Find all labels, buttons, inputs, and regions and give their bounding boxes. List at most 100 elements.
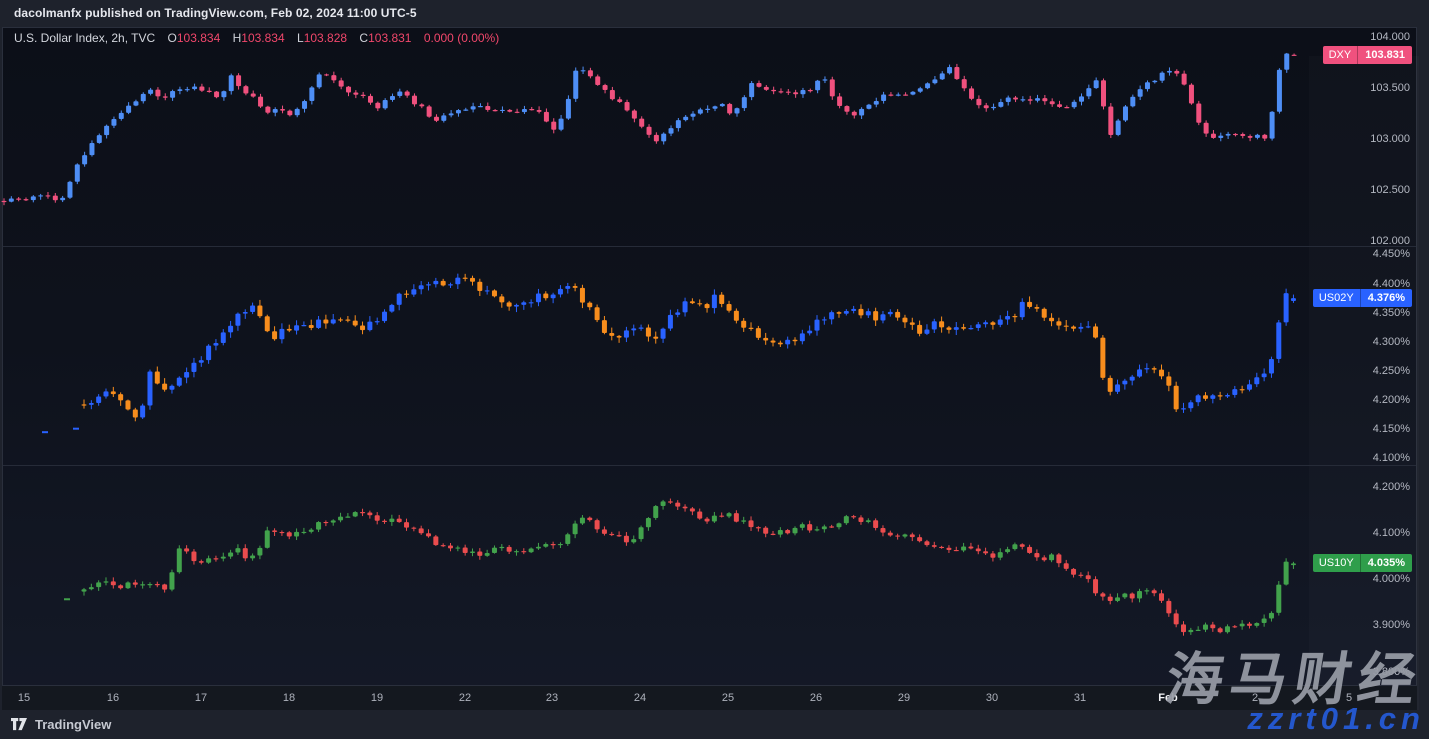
candle-body — [543, 544, 548, 547]
candle-body — [580, 518, 585, 524]
candle-body — [412, 96, 417, 105]
candle-body — [632, 111, 637, 119]
candle-body — [756, 83, 761, 87]
candle-body — [939, 321, 944, 327]
candle-body — [1042, 98, 1047, 101]
candle-body — [771, 534, 776, 535]
candle-body — [669, 128, 674, 134]
candle-wick — [898, 92, 899, 96]
candle-body — [1174, 613, 1179, 624]
candle-body — [1262, 374, 1267, 378]
candle-body — [477, 282, 482, 291]
candle-body — [478, 106, 483, 107]
candle-body — [1152, 81, 1157, 82]
candle-body — [243, 548, 248, 558]
candle-body — [1137, 369, 1142, 376]
candle-body — [873, 311, 878, 320]
candle-body — [631, 328, 636, 330]
candle-body — [749, 328, 754, 329]
candle-body — [1005, 549, 1010, 552]
candle-body — [103, 581, 108, 582]
candle-body — [251, 94, 256, 97]
candle-body — [339, 80, 344, 86]
candle-body — [353, 512, 358, 516]
candle-body — [1064, 326, 1069, 327]
candle-body — [1204, 123, 1209, 134]
candle-body — [602, 320, 607, 333]
candle-body — [1276, 322, 1281, 359]
candle-body — [639, 527, 644, 539]
candle-body — [1034, 553, 1039, 557]
candle-wick — [502, 106, 503, 113]
candle-body — [1093, 326, 1098, 337]
candle-body — [302, 101, 307, 109]
candle-body — [133, 409, 138, 417]
candle-body — [602, 529, 607, 533]
candle-body — [1049, 554, 1054, 560]
candle-body — [1020, 544, 1025, 547]
candle-body — [690, 301, 695, 303]
candle-wick — [105, 577, 106, 585]
holiday-dash — [64, 598, 70, 600]
candle-body — [836, 523, 841, 527]
candle-body — [1276, 585, 1281, 613]
candle-wick — [428, 282, 429, 291]
candle-body — [573, 71, 578, 99]
candlestick-chart[interactable] — [0, 0, 1429, 739]
candle-body — [1137, 591, 1142, 598]
candle-body — [946, 548, 951, 550]
candle-body — [397, 519, 402, 523]
candle-body — [720, 104, 725, 106]
candle-body — [852, 112, 857, 116]
candle-body — [1240, 389, 1245, 390]
candle-body — [962, 79, 967, 88]
candle-body — [397, 294, 402, 305]
candle-body — [676, 120, 681, 128]
close-label: C — [359, 31, 368, 45]
candle-body — [338, 517, 343, 521]
candle-body — [735, 108, 740, 113]
candle-body — [1027, 547, 1032, 553]
candle-body — [1211, 134, 1216, 138]
candle-body — [206, 346, 211, 361]
candle-body — [924, 329, 929, 333]
candle-wick — [795, 337, 796, 345]
candle-body — [53, 196, 58, 201]
candle-body — [902, 534, 907, 536]
candle-body — [184, 548, 189, 551]
candle-body — [191, 551, 196, 561]
candle-body — [1218, 395, 1223, 396]
candle-body — [690, 508, 695, 511]
candle-body — [800, 333, 805, 341]
candle-body — [433, 536, 438, 545]
candle-body — [647, 127, 652, 135]
candle-body — [1210, 395, 1215, 399]
candle-body — [389, 519, 394, 522]
candle-body — [880, 528, 885, 533]
candle-body — [162, 584, 167, 589]
candle-body — [1225, 395, 1230, 397]
candle-body — [67, 182, 72, 198]
candle-body — [221, 332, 226, 343]
candle-body — [873, 520, 878, 528]
candle-wick — [311, 320, 312, 331]
candle-body — [808, 90, 813, 91]
candle-body — [617, 99, 622, 102]
candle-body — [331, 520, 336, 522]
candle-wick — [758, 526, 759, 531]
candle-body — [1005, 316, 1010, 320]
candle-body — [353, 93, 358, 95]
candle-body — [954, 550, 959, 551]
candle-body — [214, 92, 219, 98]
candle-body — [910, 92, 915, 95]
candle-body — [1159, 370, 1164, 377]
candle-body — [844, 106, 849, 112]
candle-body — [426, 284, 431, 285]
candle-body — [749, 83, 754, 97]
candle-body — [1100, 338, 1105, 378]
candle-body — [529, 302, 534, 303]
candle-body — [976, 549, 981, 552]
candle-body — [111, 119, 116, 126]
candle-body — [888, 312, 893, 314]
candle-body — [778, 91, 783, 92]
